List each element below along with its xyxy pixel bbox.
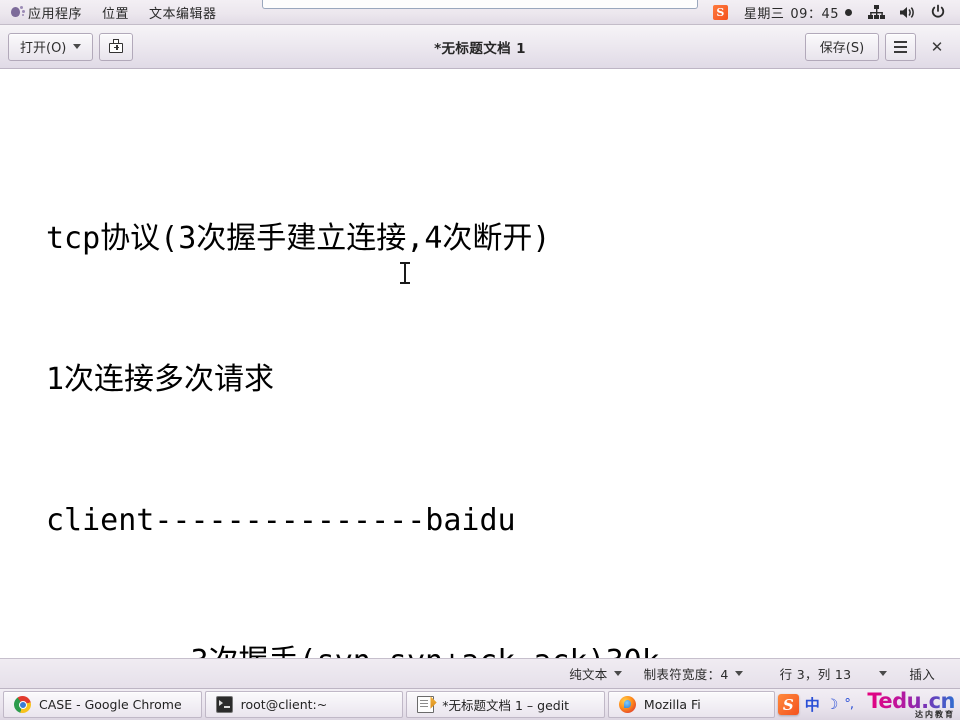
volume-icon[interactable] — [893, 0, 922, 24]
background-window-edge — [262, 0, 698, 9]
text-line: client---------------baidu — [46, 503, 516, 538]
firefox-icon — [618, 696, 636, 713]
chrome-icon — [14, 696, 31, 713]
taskbar-item-label: Mozilla Fi — [643, 697, 701, 712]
gedit-statusbar: 纯文本 制表符宽度：4 行 3，列 13 插入 — [0, 658, 960, 688]
text-line: 1次连接多次请求 — [46, 362, 275, 397]
save-button[interactable]: 保存(S) — [805, 32, 879, 61]
cursor-position-label: 行 3，列 13 — [779, 667, 852, 682]
menu-applications-label: 应用程序 — [28, 6, 83, 22]
text-line: 3次握手(syn,syn+ack,ack)30k — [46, 638, 960, 658]
clock-time: 09：45 — [790, 6, 839, 22]
terminal-icon — [215, 696, 233, 713]
taskbar-item-firefox[interactable]: Mozilla Fi — [607, 691, 775, 718]
taskbar-item-gedit[interactable]: *无标题文档 1 – gedit — [406, 691, 605, 718]
ime-punctuation-icon[interactable]: °, — [844, 697, 854, 712]
save-button-label: 保存(S) — [819, 41, 865, 56]
sogou-badge: S — [712, 4, 728, 20]
chevron-down-icon — [613, 671, 622, 676]
taskbar-item-chrome[interactable]: CASE - Google Chrome — [3, 691, 202, 718]
menu-places-label: 位置 — [102, 6, 130, 22]
ime-chinese-mode-icon[interactable]: 中 — [805, 694, 820, 715]
taskbar-item-label: *无标题文档 1 – gedit — [442, 698, 570, 713]
text-line: tcp协议(3次握手建立连接,4次断开) — [46, 221, 551, 256]
sogou-tray-icon[interactable]: S — [707, 0, 734, 24]
document-lines: tcp协议(3次握手建立连接,4次断开) 1次连接多次请求 client----… — [46, 121, 960, 658]
clock[interactable]: 星期三 09：45 — [736, 3, 860, 22]
ime-moon-icon[interactable]: ☽ — [826, 697, 839, 713]
tedu-watermark-main: Tedu.cn — [867, 688, 955, 713]
open-button[interactable]: 打开(O) — [8, 32, 94, 61]
gedit-headerbar: 打开(O) *无标题文档 1 保存(S) ✕ — [0, 25, 960, 69]
document-text-area[interactable]: tcp协议(3次握手建立连接,4次断开) 1次连接多次请求 client----… — [0, 69, 960, 658]
headerbar-left-controls: 打开(O) — [8, 32, 134, 61]
power-icon[interactable] — [924, 0, 952, 24]
gnome-foot-icon — [10, 4, 26, 20]
screen-root: 应用程序 位置 文本编辑器 S 星期三 09：45 打开(O) *无标题文档 1… — [0, 0, 960, 720]
close-icon: ✕ — [930, 37, 944, 56]
tab-width-selector[interactable]: 制表符宽度：4 — [633, 664, 754, 683]
tedu-watermark: Tedu.cn 达内教育 — [859, 688, 955, 719]
tab-width-label: 制表符宽度：4 — [643, 667, 729, 682]
headerbar-right-controls: 保存(S) ✕ — [805, 32, 952, 61]
top-panel-tray: S 星期三 09：45 — [707, 0, 960, 24]
top-panel-menus: 应用程序 位置 文本编辑器 — [0, 0, 227, 24]
new-document-button[interactable] — [99, 32, 134, 61]
taskbar-item-label: CASE - Google Chrome — [39, 697, 182, 712]
chevron-down-icon — [879, 671, 888, 676]
language-selector[interactable]: 纯文本 — [558, 664, 632, 683]
taskbar-item-terminal[interactable]: root@client:~ — [204, 691, 404, 718]
chevron-down-icon — [73, 44, 82, 49]
gedit-window: 打开(O) *无标题文档 1 保存(S) ✕ tcp协议(3次握手建立连接,4次… — [0, 25, 960, 688]
menu-text-editor[interactable]: 文本编辑器 — [139, 0, 227, 24]
open-button-label: 打开(O) — [20, 41, 67, 56]
new-document-icon — [108, 39, 124, 54]
menu-text-editor-label: 文本编辑器 — [149, 6, 217, 22]
menu-applications[interactable]: 应用程序 — [0, 0, 92, 24]
language-label: 纯文本 — [569, 667, 608, 682]
chevron-down-icon — [734, 671, 743, 676]
clock-day: 星期三 — [743, 6, 785, 22]
recording-indicator-icon — [845, 8, 852, 16]
gedit-icon — [417, 696, 435, 713]
gnome-top-panel: 应用程序 位置 文本编辑器 S 星期三 09：45 — [0, 0, 960, 25]
menu-places[interactable]: 位置 — [92, 0, 139, 24]
close-window-button[interactable]: ✕ — [922, 33, 952, 61]
tedu-watermark-sub: 达内教育 — [915, 709, 955, 719]
taskbar-item-label: root@client:~ — [240, 697, 328, 712]
taskbar-tray: S 中 ☽ °, Tedu.cn 达内教育 — [777, 688, 957, 719]
insert-mode-label: 插入 — [909, 667, 935, 682]
taskbar: CASE - Google Chrome root@client:~ *无标题文… — [0, 688, 960, 720]
sogou-ime-icon[interactable]: S — [777, 694, 799, 715]
network-icon[interactable] — [862, 0, 891, 24]
hamburger-menu-icon — [894, 40, 907, 53]
hamburger-menu-button[interactable] — [885, 32, 916, 61]
cursor-position[interactable]: 行 3，列 13 — [754, 664, 899, 683]
insert-mode: 插入 — [898, 664, 946, 683]
